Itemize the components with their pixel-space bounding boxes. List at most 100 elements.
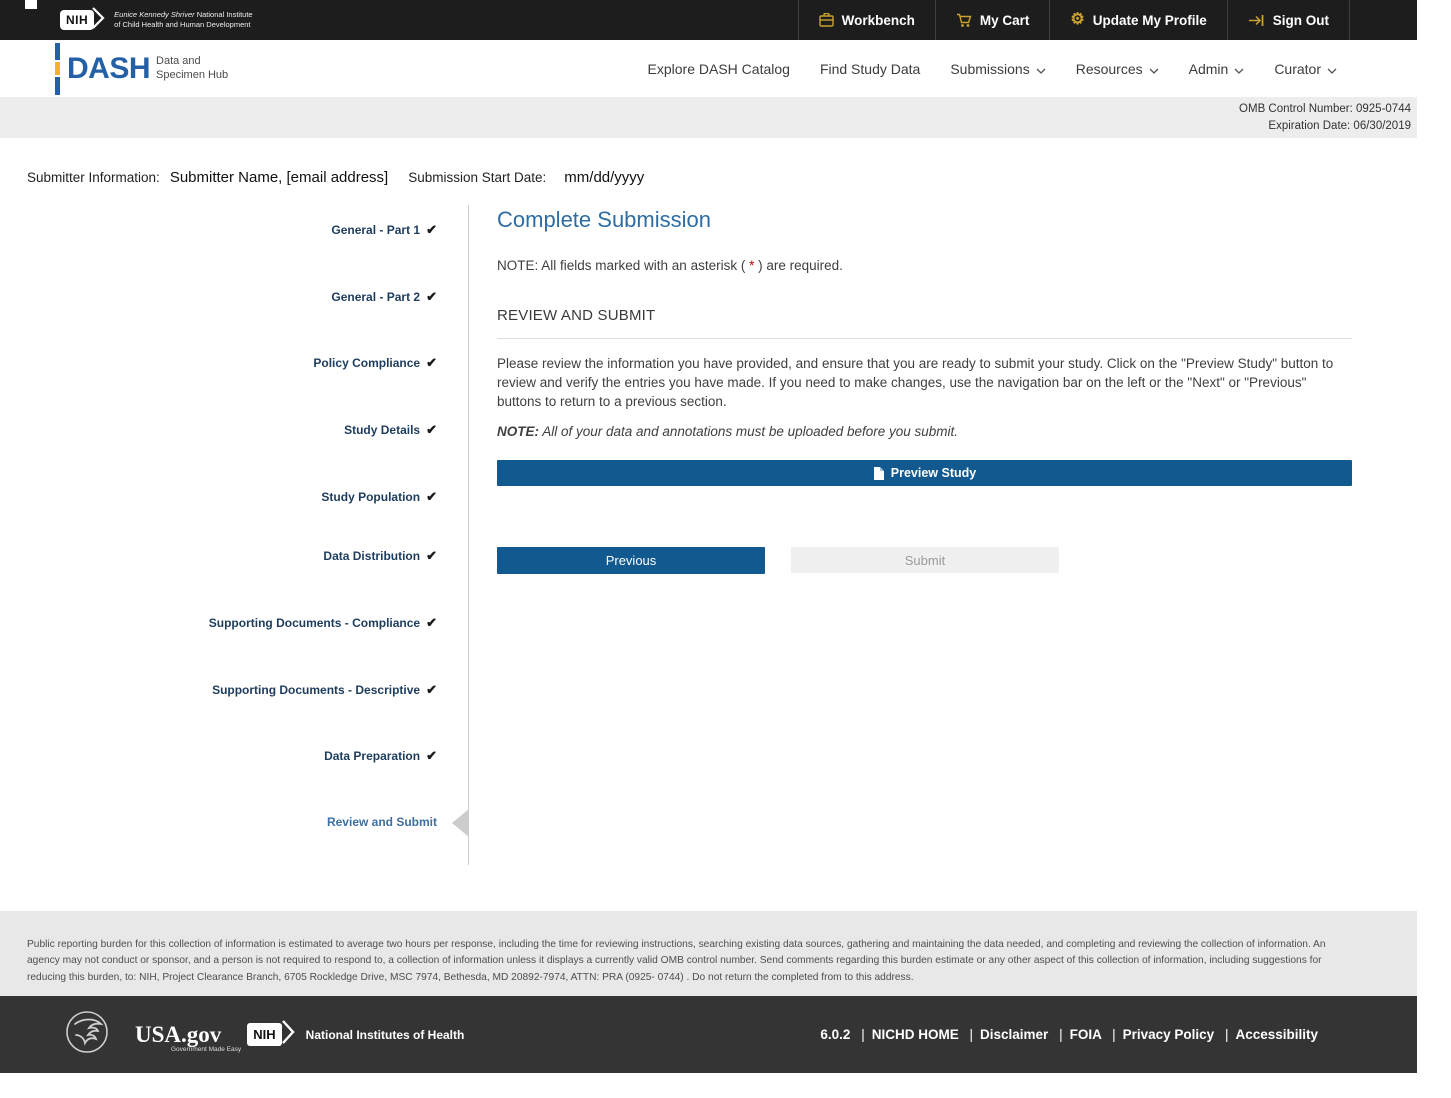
check-icon: ✔: [426, 489, 437, 504]
nih-chevron-icon: [92, 6, 106, 35]
nav-resources[interactable]: Resources: [1076, 61, 1159, 77]
usagov-tagline: Government Made Easy: [171, 1046, 241, 1053]
footer-links: 6.0.2 |NICHD HOME |Disclaimer |FOIA |Pri…: [820, 1027, 1318, 1042]
workbench-label: Workbench: [842, 13, 915, 28]
document-icon: [873, 466, 885, 481]
dash-logo-word: DASH: [67, 52, 150, 86]
nih-nichd-logo[interactable]: NIH Eunice Kennedy Shriver National Inst…: [60, 6, 253, 35]
check-icon: ✔: [426, 682, 437, 697]
sidebar-step-policy-compliance[interactable]: Policy Compliance✔: [313, 355, 437, 371]
page: NIH Eunice Kennedy Shriver National Inst…: [0, 0, 1451, 1098]
footer-logos: USA.gov Government Made Easy NIH Nationa…: [65, 1010, 464, 1059]
step-label: Study Details: [344, 423, 420, 437]
sidebar-step-study-population[interactable]: Study Population ✔: [321, 489, 437, 505]
required-fields-note: NOTE: All fields marked with an asterisk…: [497, 258, 1352, 273]
gear-icon: ⚙: [1070, 12, 1084, 28]
check-icon: ✔: [426, 615, 437, 630]
nih-footer-text: National Institutes of Health: [306, 1028, 465, 1042]
nih-logo-box: NIH: [60, 10, 94, 30]
usagov-logo[interactable]: USA.gov Government Made Easy: [135, 1022, 221, 1048]
sidebar-step-supporting-documents-descriptive[interactable]: Supporting Documents - Descriptive ✔: [212, 682, 437, 698]
hhs-eagle-logo[interactable]: [65, 1010, 109, 1059]
top-utility-bar: NIH Eunice Kennedy Shriver National Inst…: [0, 0, 1417, 40]
screenshot-artifact: [25, 0, 37, 9]
previous-button[interactable]: Previous: [497, 547, 765, 574]
nav-admin[interactable]: Admin: [1189, 61, 1245, 77]
omb-expiration-date: Expiration Date: 06/30/2019: [1268, 118, 1411, 134]
dash-logo[interactable]: DASH Data andSpecimen Hub: [55, 43, 228, 95]
preview-study-button[interactable]: Preview Study: [497, 460, 1352, 486]
footer-link-nichd-home[interactable]: NICHD HOME: [872, 1027, 959, 1042]
footer-link-accessibility[interactable]: Accessibility: [1235, 1027, 1318, 1042]
chevron-down-icon: [1036, 61, 1046, 77]
review-instructions: Please review the information you have p…: [497, 354, 1352, 411]
nih-footer-logo[interactable]: NIH National Institutes of Health: [247, 1019, 464, 1050]
check-icon: ✔: [426, 748, 437, 763]
upload-note: NOTE: All of your data and annotations m…: [497, 424, 1352, 439]
footer-link-disclaimer[interactable]: Disclaimer: [980, 1027, 1048, 1042]
sidebar-step-study-details[interactable]: Study Details ✔: [344, 422, 437, 438]
workbench-menu-item[interactable]: Workbench: [798, 0, 935, 40]
chevron-down-icon: [1327, 61, 1337, 77]
nav-explore-dash-catalog[interactable]: Explore DASH Catalog: [648, 61, 790, 77]
step-label: Data Preparation: [324, 749, 420, 763]
sidebar-step-general-part-2[interactable]: General - Part 2✔: [331, 289, 437, 305]
site-footer: USA.gov Government Made Easy NIH Nationa…: [0, 996, 1417, 1073]
sign-out-icon: [1248, 14, 1265, 27]
workbench-icon: [819, 13, 834, 27]
nichd-org-name: Eunice Kennedy Shriver National Institut…: [114, 10, 252, 30]
omb-control-number: OMB Control Number: 0925-0744: [1239, 101, 1411, 117]
step-label: Supporting Documents - Descriptive: [212, 683, 420, 697]
current-step-arrow: [452, 809, 469, 837]
update-profile-label: Update My Profile: [1093, 13, 1207, 28]
nav-curator[interactable]: Curator: [1274, 61, 1337, 77]
submission-start-date-label: Submission Start Date:: [408, 170, 546, 185]
utility-menu: Workbench My Cart ⚙ Update My Profile Si…: [798, 0, 1350, 40]
main-nav: Explore DASH Catalog Find Study Data Sub…: [648, 61, 1337, 77]
section-heading: REVIEW AND SUBMIT: [497, 307, 1352, 324]
submitter-info-label: Submitter Information:: [27, 170, 160, 185]
check-icon: ✔: [426, 422, 437, 437]
my-cart-label: My Cart: [980, 13, 1030, 28]
nih-footer-chevron-icon: [282, 1019, 296, 1050]
check-icon: ✔: [426, 289, 437, 304]
check-icon: ✔: [426, 222, 437, 237]
sidebar-step-data-distribution[interactable]: Data Distribution ✔: [323, 548, 437, 564]
step-label: Supporting Documents - Compliance: [209, 616, 420, 630]
cart-icon: [956, 13, 972, 28]
sidebar-step-data-preparation[interactable]: Data Preparation ✔: [324, 748, 437, 764]
update-profile-menu-item[interactable]: ⚙ Update My Profile: [1049, 0, 1226, 40]
sign-out-menu-item[interactable]: Sign Out: [1227, 0, 1350, 40]
footer-link-privacy-policy[interactable]: Privacy Policy: [1123, 1027, 1215, 1042]
site-header: DASH Data andSpecimen Hub Explore DASH C…: [0, 40, 1417, 97]
submit-button[interactable]: Submit: [791, 547, 1059, 573]
omb-band: OMB Control Number: 0925-0744 Expiration…: [0, 97, 1417, 138]
nav-find-study-data[interactable]: Find Study Data: [820, 61, 920, 77]
section-divider: [497, 338, 1352, 339]
nav-submissions[interactable]: Submissions: [950, 61, 1045, 77]
sidebar-step-supporting-documents-compliance[interactable]: Supporting Documents - Compliance ✔: [209, 615, 437, 631]
dash-logo-bar: [55, 43, 60, 95]
burden-statement-band: Public reporting burden for this collect…: [0, 911, 1417, 996]
step-label: General - Part 1: [331, 223, 420, 237]
chevron-down-icon: [1234, 61, 1244, 77]
submission-start-date-value: mm/dd/yyyy: [564, 169, 644, 186]
nav-button-row: Previous Submit: [497, 547, 1352, 574]
step-label: Study Population: [321, 490, 420, 504]
step-label: Data Distribution: [323, 549, 420, 563]
dash-logo-tagline: Data andSpecimen Hub: [156, 55, 228, 83]
burden-statement-text: Public reporting burden for this collect…: [0, 911, 1417, 986]
check-icon: ✔: [426, 548, 437, 563]
app-version: 6.0.2: [820, 1027, 850, 1042]
sign-out-label: Sign Out: [1273, 13, 1329, 28]
submitter-info-row: Submitter Information: Submitter Name, […: [27, 169, 644, 186]
page-title: Complete Submission: [497, 206, 1352, 234]
my-cart-menu-item[interactable]: My Cart: [935, 0, 1050, 40]
sidebar-step-general-part-1[interactable]: General - Part 1 ✔: [331, 222, 437, 238]
main-content: Complete Submission NOTE: All fields mar…: [497, 206, 1352, 574]
step-label: Review and Submit: [327, 815, 437, 829]
sidebar-step-review-and-submit[interactable]: Review and Submit: [327, 815, 437, 829]
footer-link-foia[interactable]: FOIA: [1070, 1027, 1102, 1042]
chevron-down-icon: [1149, 61, 1159, 77]
sidebar-divider: [468, 205, 469, 865]
